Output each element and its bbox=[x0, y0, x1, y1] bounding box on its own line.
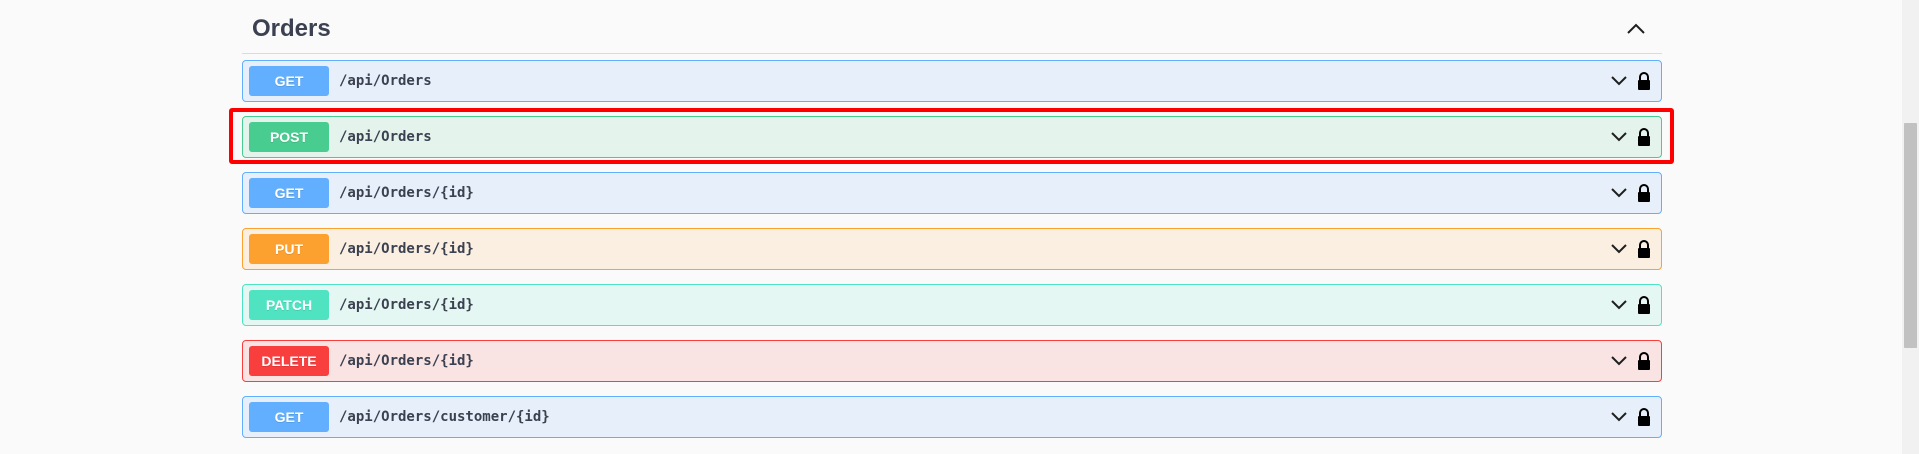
lock-icon[interactable] bbox=[1637, 183, 1651, 203]
operation-path: /api/Orders/{id} bbox=[339, 185, 474, 201]
chevron-down-icon[interactable] bbox=[1611, 188, 1627, 198]
method-badge: GET bbox=[249, 402, 329, 432]
scrollbar[interactable] bbox=[1902, 0, 1919, 454]
method-badge: GET bbox=[249, 66, 329, 96]
operation-path: /api/Orders bbox=[339, 129, 432, 145]
swagger-page: Orders GET /api/Orders POST /api/Orders bbox=[0, 0, 1919, 454]
section-header[interactable]: Orders bbox=[242, 0, 1662, 54]
chevron-up-icon bbox=[1627, 23, 1645, 35]
operation-row[interactable]: GET /api/Orders bbox=[242, 60, 1662, 102]
chevron-down-icon[interactable] bbox=[1611, 356, 1627, 366]
lock-icon[interactable] bbox=[1637, 295, 1651, 315]
scrollbar-thumb[interactable] bbox=[1904, 123, 1917, 348]
chevron-down-icon[interactable] bbox=[1611, 300, 1627, 310]
lock-icon[interactable] bbox=[1637, 407, 1651, 427]
chevron-down-icon[interactable] bbox=[1611, 244, 1627, 254]
operation-path: /api/Orders bbox=[339, 73, 432, 89]
chevron-down-icon[interactable] bbox=[1611, 412, 1627, 422]
chevron-down-icon[interactable] bbox=[1611, 132, 1627, 142]
orders-section: Orders GET /api/Orders POST /api/Orders bbox=[242, 0, 1662, 452]
lock-icon[interactable] bbox=[1637, 351, 1651, 371]
operation-row[interactable]: PUT /api/Orders/{id} bbox=[242, 228, 1662, 270]
lock-icon[interactable] bbox=[1637, 239, 1651, 259]
operation-path: /api/Orders/customer/{id} bbox=[339, 409, 550, 425]
operation-row[interactable]: GET /api/Orders/customer/{id} bbox=[242, 396, 1662, 438]
method-badge: PUT bbox=[249, 234, 329, 264]
lock-icon[interactable] bbox=[1637, 127, 1651, 147]
method-badge: PATCH bbox=[249, 290, 329, 320]
section-title: Orders bbox=[252, 14, 331, 42]
operation-row[interactable]: DELETE /api/Orders/{id} bbox=[242, 340, 1662, 382]
operation-row[interactable]: POST /api/Orders bbox=[242, 116, 1662, 158]
operation-path: /api/Orders/{id} bbox=[339, 241, 474, 257]
operation-row[interactable]: GET /api/Orders/{id} bbox=[242, 172, 1662, 214]
method-badge: GET bbox=[249, 178, 329, 208]
operation-row[interactable]: PATCH /api/Orders/{id} bbox=[242, 284, 1662, 326]
operations-list: GET /api/Orders POST /api/Orders GET /ap… bbox=[242, 60, 1662, 438]
operation-path: /api/Orders/{id} bbox=[339, 353, 474, 369]
collapse-button[interactable] bbox=[1620, 13, 1652, 45]
method-badge: POST bbox=[249, 122, 329, 152]
chevron-down-icon[interactable] bbox=[1611, 76, 1627, 86]
lock-icon[interactable] bbox=[1637, 71, 1651, 91]
operation-path: /api/Orders/{id} bbox=[339, 297, 474, 313]
method-badge: DELETE bbox=[249, 346, 329, 376]
